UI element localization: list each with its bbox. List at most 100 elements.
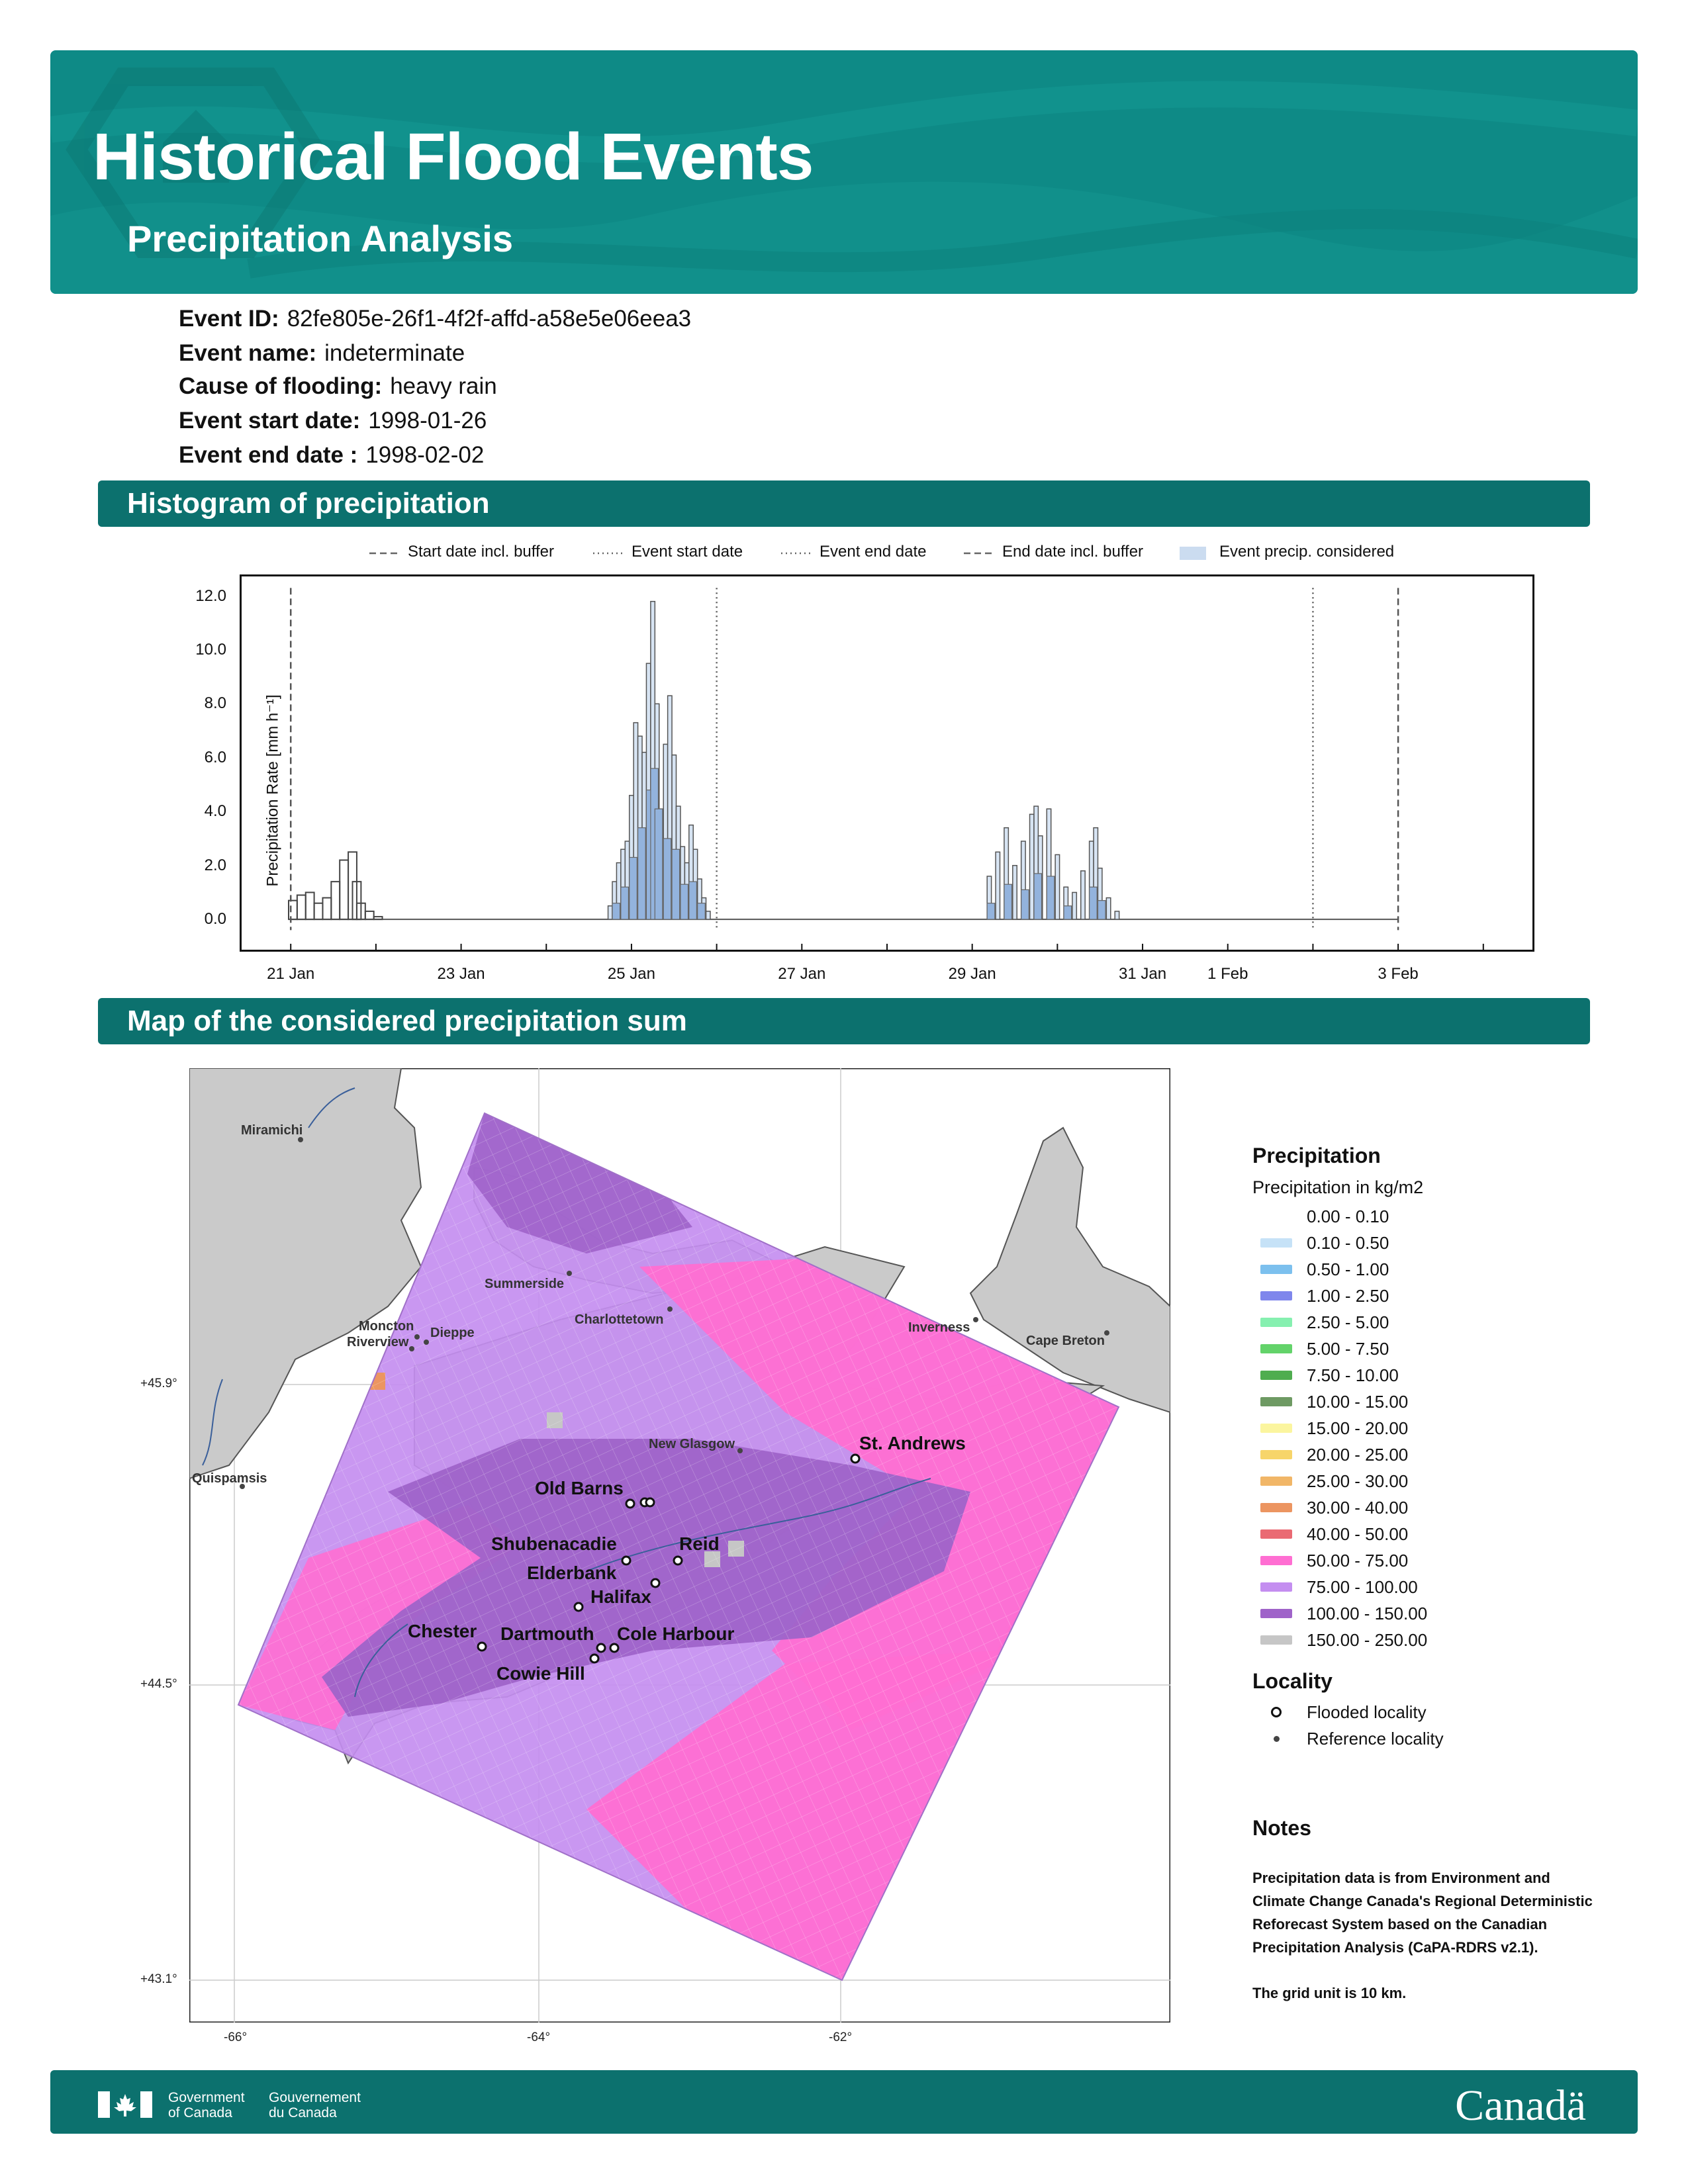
legend-class-label: 100.00 - 150.00 [1307, 1603, 1428, 1623]
event-id-value: 82fe805e-26f1-4f2f-affd-a58e5e06eea3 [287, 306, 692, 332]
event-start-row: Event start date: 1998-01-26 [179, 408, 487, 434]
legend-class-row: 25.00 - 30.00 [1260, 1468, 1623, 1494]
x-tick-label: 27 Jan [778, 965, 826, 983]
histogram-bar [1080, 870, 1086, 920]
x-tick-label: 23 Jan [437, 965, 485, 983]
legend-event-end: Event end date [820, 543, 927, 561]
histogram-bar [607, 905, 613, 920]
legend-class-swatch [1260, 1450, 1292, 1459]
legend-reference-row: Reference locality [1260, 1725, 1623, 1752]
gov-fr-line2: du Canada [269, 2105, 337, 2120]
map-ylabel-1: +45.9° [140, 1377, 177, 1390]
canada-wordmark: Canadä [1455, 2081, 1586, 2130]
legend-class-label: 30.00 - 40.00 [1307, 1497, 1409, 1518]
legend-flooded-row: Flooded locality [1260, 1699, 1623, 1725]
notes-text-1: Precipitation data is from Environment a… [1252, 1870, 1593, 1956]
y-tick-label: 6.0 [204, 748, 226, 766]
legend-class-swatch [1260, 1212, 1292, 1221]
legend-class-row: 5.00 - 7.50 [1260, 1336, 1623, 1362]
legend-mark-event-precip [1180, 547, 1206, 560]
map-section-title: Map of the considered precipitation sum [127, 1005, 687, 1037]
legend-class-label: 7.50 - 10.00 [1307, 1365, 1399, 1385]
legend-class-label: 150.00 - 250.00 [1307, 1629, 1428, 1650]
footer: Government of Canada Gouvernement du Can… [50, 2070, 1638, 2134]
notes-title: Notes [1252, 1816, 1311, 1840]
histogram-bar-mean [1089, 886, 1098, 920]
gov-en: Government of Canada [168, 2090, 245, 2120]
legend-class-row: 75.00 - 100.00 [1260, 1574, 1623, 1600]
legend-flooded-label: Flooded locality [1307, 1702, 1427, 1722]
legend-class-label: 0.10 - 0.50 [1307, 1232, 1389, 1253]
event-end-label: Event end date : [179, 442, 358, 468]
legend-class-row: 100.00 - 150.00 [1260, 1600, 1623, 1627]
histogram-bar-mean [1046, 876, 1055, 920]
histogram-bar-mean [612, 903, 621, 920]
legend-end-buffer: End date incl. buffer [1002, 543, 1144, 561]
histogram-bar-mean [671, 848, 680, 920]
legend-class-swatch [1260, 1424, 1292, 1433]
notes-text-2: The grid unit is 10 km. [1252, 1985, 1407, 2001]
histogram-bar-mean [688, 881, 697, 920]
legend-class-swatch [1260, 1609, 1292, 1618]
histogram-bar-mean [986, 903, 996, 920]
legend-event-start: Event start date [632, 543, 743, 561]
label-st-andrews: St. Andrews [859, 1433, 966, 1453]
label-cowie-hill: Cowie Hill [496, 1663, 585, 1684]
histogram-bar-mean [1004, 884, 1013, 920]
label-charlottetown: Charlottetown [575, 1312, 663, 1327]
histogram-bar [1055, 854, 1060, 920]
legend-class-label: 0.00 - 0.10 [1307, 1206, 1389, 1226]
legend-class-label: 15.00 - 20.00 [1307, 1418, 1409, 1438]
map-xlabel-2: -64° [527, 2030, 551, 2044]
label-miramichi: Miramichi [241, 1123, 303, 1138]
locality-title: Locality [1252, 1669, 1333, 1693]
legend-class-label: 5.00 - 7.50 [1307, 1338, 1389, 1359]
legend-class-label: 50.00 - 75.00 [1307, 1550, 1409, 1570]
legend-class-row: 1.00 - 2.50 [1260, 1283, 1623, 1309]
gov-en-line2: of Canada [168, 2105, 232, 2120]
histogram-ylabel: Precipitation Rate [mm h⁻¹] [263, 694, 282, 887]
legend-class-label: 2.50 - 5.00 [1307, 1312, 1389, 1332]
event-cause-label: Cause of flooding: [179, 373, 383, 399]
legend-title: Precipitation [1252, 1144, 1381, 1167]
legend-class-swatch [1260, 1397, 1292, 1406]
legend-class-label: 25.00 - 30.00 [1307, 1471, 1409, 1491]
histogram-bar-mean [654, 808, 663, 920]
legend-class-label: 20.00 - 25.00 [1307, 1444, 1409, 1465]
event-end-value: 1998-02-02 [365, 442, 485, 468]
legend-class-swatch [1260, 1238, 1292, 1248]
legend-start-buffer: Start date incl. buffer [408, 543, 555, 561]
legend-class-swatch [1260, 1635, 1292, 1645]
event-id-label: Event ID: [179, 306, 279, 332]
legend-class-swatch [1260, 1291, 1292, 1300]
histogram-section-bar: Histogram of precipitation [98, 480, 1590, 527]
event-name-row: Event name: indeterminate [179, 340, 465, 367]
map-ylabel-3: +43.1° [140, 1972, 177, 1986]
precipitation-histogram [240, 574, 1534, 952]
y-tick-label: 10.0 [195, 641, 226, 659]
histogram-section-title: Histogram of precipitation [127, 487, 490, 520]
x-tick-label: 1 Feb [1207, 965, 1248, 983]
label-riverview: Riverview [347, 1335, 409, 1349]
canada-flag-icon [98, 2091, 152, 2118]
legend-class-swatch [1260, 1503, 1292, 1512]
x-tick-label: 29 Jan [948, 965, 996, 983]
x-tick-label: 25 Jan [607, 965, 655, 983]
label-cole-harbour: Cole Harbour [617, 1623, 734, 1644]
x-tick-label: 3 Feb [1378, 965, 1419, 983]
label-dieppe: Dieppe [430, 1326, 475, 1340]
y-tick-label: 12.0 [195, 586, 226, 605]
legend-class-label: 10.00 - 15.00 [1307, 1391, 1409, 1412]
map-xlabel-3: -62° [829, 2030, 853, 2044]
legend-class-row: 2.50 - 5.00 [1260, 1309, 1623, 1336]
histogram-bar [1105, 897, 1111, 920]
plot-area [240, 574, 1534, 952]
y-tick-label: 4.0 [204, 802, 226, 821]
label-halifax: Halifax [590, 1586, 651, 1607]
legend-class-swatch [1260, 1556, 1292, 1565]
label-moncton: Moncton [359, 1319, 414, 1334]
histogram-bar-mean [620, 886, 630, 920]
legend-class-row: 0.50 - 1.00 [1260, 1256, 1623, 1283]
histogram-bar-mean [697, 903, 706, 920]
legend-classes: 0.00 - 0.10 0.10 - 0.50 0.50 - 1.00 1.00 - … [1252, 1203, 1623, 1653]
